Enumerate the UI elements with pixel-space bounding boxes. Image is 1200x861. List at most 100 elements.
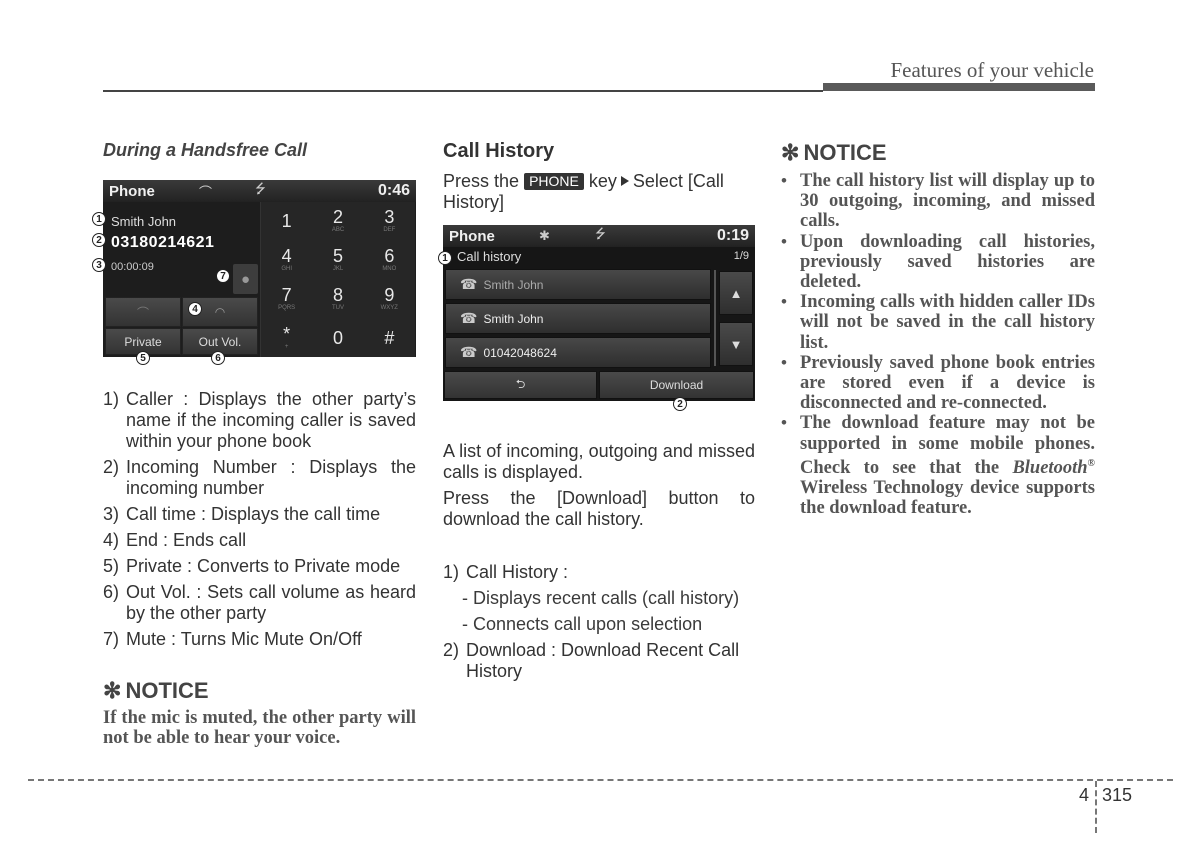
- key-letters: MNO: [382, 266, 397, 273]
- asterisk-icon: ✻: [103, 678, 122, 703]
- call-history-descriptions: A list of incoming, outgoing and missed …: [443, 441, 755, 687]
- call-history-item-list-2: 2) Download : Download Recent Call Histor…: [443, 640, 755, 682]
- list-item: 2) Incoming Number : Displays the incomin…: [103, 457, 416, 499]
- callout-5: 5: [136, 351, 150, 365]
- list-item: 2) Download : Download Recent Call Histor…: [443, 640, 755, 682]
- key-digit: 9: [384, 284, 395, 305]
- call-history-item-list: 1) Call History :: [443, 562, 755, 583]
- paragraph-list-info: A list of incoming, outgoing and missed …: [443, 441, 755, 482]
- notice-heading: ✻ NOTICE: [781, 140, 1095, 166]
- bullet-dot: •: [781, 413, 787, 433]
- call-history-row[interactable]: ☎ Smith John: [445, 269, 711, 300]
- item-number: 1): [443, 562, 460, 582]
- bullet-dot: •: [781, 352, 787, 372]
- key-digit: 8: [332, 284, 343, 305]
- bullet-dot: •: [781, 231, 787, 251]
- keypad-key[interactable]: 1: [261, 202, 312, 241]
- keypad-key[interactable]: 4 GHI: [261, 241, 312, 280]
- outgoing-call-icon: ☎: [460, 344, 478, 360]
- keypad-key[interactable]: 2 ABC: [312, 202, 363, 241]
- item-number: 3): [103, 504, 120, 524]
- keypad-key[interactable]: 0: [312, 318, 363, 357]
- item-text: Caller : Displays the other party’s name…: [126, 389, 416, 451]
- notice-label: NOTICE: [125, 678, 209, 703]
- microphone-icon: ●: [240, 270, 251, 288]
- bluetooth-icon: ✱: [539, 228, 550, 243]
- triangle-down-icon: ▼: [729, 336, 743, 352]
- callout-1: 1: [438, 251, 452, 265]
- sub-item: - Displays recent calls (call history): [462, 588, 740, 608]
- call-history-row[interactable]: ☎ Smith John: [445, 303, 711, 334]
- keypad-key[interactable]: 8 TUV: [312, 280, 363, 319]
- callout-1: 1: [92, 212, 106, 226]
- list-item: 7) Mute : Turns Mic Mute On/Off: [103, 629, 416, 650]
- instruction: Press the PHONE key Select [Call History]: [443, 171, 755, 213]
- answer-button[interactable]: ⌒: [105, 297, 181, 327]
- notice-bullet: • Previously saved phone book entries are…: [781, 353, 1095, 414]
- phone-key-badge: PHONE: [524, 173, 584, 190]
- item-text: Private : Converts to Private mode: [126, 556, 401, 576]
- list-item: 1) Caller : Displays the other party’s na…: [103, 389, 416, 452]
- bluetooth-trademark: Bluetooth: [1012, 458, 1088, 478]
- notice-heading: ✻ NOTICE: [103, 678, 416, 704]
- keypad-key[interactable]: 3 DEF: [364, 202, 415, 241]
- call-time: 00:00:09: [111, 261, 154, 273]
- call-history-row[interactable]: ☎ 01042048624: [445, 337, 711, 368]
- item-text: Call History :: [466, 562, 569, 582]
- key-letters: TUV: [331, 304, 344, 311]
- bullet-text: The download feature may not be supporte…: [800, 413, 1095, 518]
- heading-handsfree-call: During a Handsfree Call: [103, 140, 308, 160]
- column-call-history: Call History Press the PHONE key Select […: [443, 140, 755, 213]
- bullet-text-part: Wireless Technology device supports the …: [800, 478, 1095, 519]
- row-label: Smith John: [483, 311, 544, 326]
- callout-2: 2: [673, 397, 687, 411]
- keypad-key[interactable]: 7 PQRS: [261, 280, 312, 319]
- page-number: 315: [1102, 785, 1133, 805]
- notice-bullet: • Incoming calls with hidden caller IDs w…: [781, 292, 1095, 353]
- key-letters: JKL: [332, 266, 344, 273]
- call-history-title: Call history: [457, 249, 522, 264]
- item-number: 7): [103, 629, 120, 649]
- footer-rule: [28, 779, 1173, 781]
- notice-bullet: • The call history list will display up t…: [781, 171, 1095, 232]
- notice-text: If the mic is muted, the other party wil…: [103, 708, 416, 749]
- incoming-call-icon: ☎: [460, 310, 478, 326]
- asterisk-icon: ✻: [781, 140, 800, 165]
- app-label: Phone: [449, 227, 495, 245]
- keypad-key[interactable]: #: [364, 318, 415, 357]
- item-number: 1): [103, 389, 120, 409]
- mute-button[interactable]: ●: [233, 264, 258, 294]
- list-item: 6) Out Vol. : Sets call volume as heard b…: [103, 582, 416, 624]
- key-digit: 6: [384, 246, 395, 267]
- download-button[interactable]: Download: [599, 371, 754, 399]
- triangle-up-icon: ▲: [729, 285, 743, 301]
- scroll-up-button[interactable]: ▲: [719, 271, 753, 315]
- callout-6: 6: [211, 351, 225, 365]
- item-number: 2): [443, 640, 460, 660]
- keypad-key[interactable]: * +: [261, 318, 312, 357]
- scroll-down-button[interactable]: ▼: [719, 322, 753, 366]
- keypad-key[interactable]: 6 MNO: [364, 241, 415, 280]
- item-number: 4): [103, 530, 120, 550]
- item-text: Mute : Turns Mic Mute On/Off: [126, 629, 362, 649]
- bullet-dot: •: [781, 292, 787, 312]
- page-indicator: 1/9: [733, 250, 749, 262]
- key-letters: ABC: [331, 227, 345, 234]
- column-handsfree: During a Handsfree Call: [103, 140, 416, 161]
- bullet-dot: •: [781, 171, 787, 190]
- column-notice: ✻ NOTICE • The call history list will dis…: [781, 140, 1095, 519]
- keypad-key[interactable]: 9 WXYZ: [364, 280, 415, 319]
- back-button[interactable]: ⮌: [444, 371, 597, 399]
- heading-call-history: Call History: [443, 140, 555, 162]
- keypad-key[interactable]: 5 JKL: [312, 241, 363, 280]
- footer-divider: [1095, 781, 1097, 833]
- notice-bullet-list: • The call history list will display up t…: [781, 171, 1095, 519]
- bullet-text: The call history list will display up to…: [800, 171, 1095, 232]
- instruction-key-word: key: [588, 171, 617, 191]
- key-digit: 0: [332, 327, 343, 348]
- key-digit: #: [384, 327, 395, 348]
- key-digit: 4: [281, 246, 292, 267]
- scrollbar[interactable]: [714, 270, 716, 366]
- item-text: Call time : Displays the call time: [126, 504, 381, 524]
- app-label: Phone: [109, 182, 155, 200]
